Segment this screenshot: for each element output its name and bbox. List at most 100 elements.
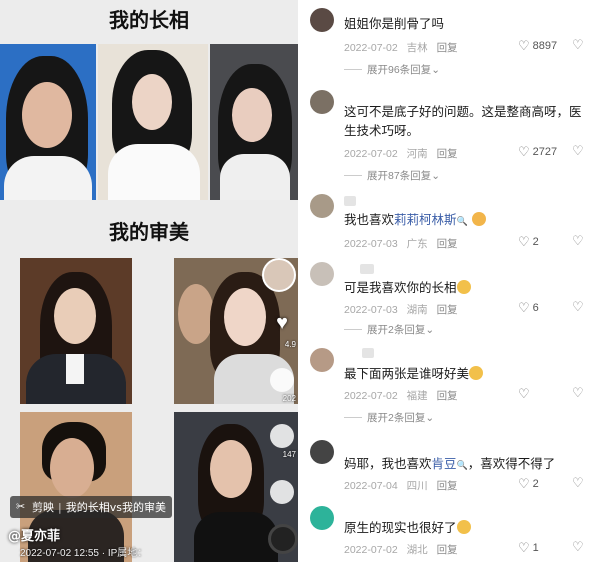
like-count: 8897 bbox=[532, 40, 558, 52]
comment-text: 可是我喜欢你的长相 bbox=[344, 278, 590, 297]
heart-outline-icon: ♡ bbox=[518, 144, 530, 159]
commenter-avatar[interactable] bbox=[310, 8, 334, 32]
comment-meta: 2022-07-02 福建 回复 bbox=[344, 388, 464, 403]
emoji-icon bbox=[471, 212, 486, 226]
comment-location: 四川 bbox=[406, 480, 428, 492]
expand-replies-button[interactable]: 展开87条回复 ⌄ bbox=[344, 168, 440, 183]
broken-heart-icon[interactable]: ♡ bbox=[572, 539, 584, 555]
capcut-template-tag[interactable]: ✂ 剪映 | 我的长相vs我的审美 bbox=[10, 496, 172, 518]
music-disc-icon[interactable] bbox=[268, 524, 298, 554]
mention-link[interactable]: 莉莉柯林斯 bbox=[394, 212, 457, 227]
comment-text: 这可不是底子好的问题。这是整商高呀，医生技术巧呀。 bbox=[344, 104, 582, 138]
like-button[interactable]: ♡ 2 bbox=[518, 234, 539, 250]
like-button[interactable]: ♡ 6 bbox=[518, 300, 539, 316]
video-like-count: 4.9 bbox=[284, 340, 296, 349]
reply-button[interactable]: 回复 bbox=[437, 544, 458, 556]
like-button[interactable]: ♡ 2727 bbox=[518, 144, 557, 160]
expand-replies-button[interactable]: 展开2条回复 ⌄ bbox=[344, 410, 434, 425]
comments-panel: 姐姐你是削骨了吗 2022-07-02 吉林 回复 ♡ 8897 ♡ 展开96条… bbox=[300, 0, 600, 562]
comment-date: 2022-07-02 bbox=[344, 148, 398, 160]
expand-replies-button[interactable]: 展开96条回复 ⌄ bbox=[344, 62, 440, 77]
reply-button[interactable]: 回复 bbox=[437, 238, 458, 250]
broken-heart-icon[interactable]: ♡ bbox=[572, 233, 584, 249]
comment-date: 2022-07-03 bbox=[344, 304, 398, 316]
reply-button[interactable]: 回复 bbox=[437, 148, 458, 160]
expand-replies-label: 展开2条回复 bbox=[367, 412, 426, 424]
broken-heart-icon[interactable]: ♡ bbox=[572, 299, 584, 315]
comment-date: 2022-07-04 bbox=[344, 480, 398, 492]
photo-self-1 bbox=[0, 44, 96, 200]
comment-text: 我也喜欢莉莉柯林斯🔍 bbox=[344, 210, 590, 232]
commenter-avatar[interactable] bbox=[310, 506, 334, 530]
commenter-avatar[interactable] bbox=[310, 90, 334, 114]
comment-text-part: 原生的现实也很好了 bbox=[344, 520, 457, 535]
author-name[interactable]: @夏亦菲 bbox=[8, 525, 60, 544]
video-panel[interactable]: 我的长相 我的审美 ♥ 4.9 202 147 ✂ 剪映 | 我的长相vs我的审… bbox=[0, 0, 298, 562]
capcut-template-title: 我的长相vs我的审美 bbox=[65, 501, 166, 514]
comment-text-part: 可是我喜欢你的长相 bbox=[344, 280, 457, 295]
reply-button[interactable]: 回复 bbox=[437, 304, 458, 316]
comment-location: 河南 bbox=[406, 148, 428, 160]
chevron-down-icon: ⌄ bbox=[431, 169, 440, 182]
expand-replies-button[interactable]: 展开2条回复 ⌄ bbox=[344, 322, 434, 337]
creator-avatar[interactable] bbox=[262, 258, 296, 292]
expand-replies-label: 展开96条回复 bbox=[367, 64, 432, 76]
search-icon: 🔍 bbox=[456, 217, 468, 227]
video-favorite-icon[interactable] bbox=[270, 424, 294, 448]
comment-meta: 2022-07-03 湖南 回复 bbox=[344, 302, 464, 317]
broken-heart-icon[interactable]: ♡ bbox=[572, 37, 584, 53]
comment-date: 2022-07-02 bbox=[344, 42, 398, 54]
heart-outline-icon: ♡ bbox=[518, 38, 530, 53]
expand-replies-label: 展开87条回复 bbox=[367, 170, 432, 182]
heart-outline-icon: ♡ bbox=[518, 300, 530, 315]
like-button[interactable]: ♡ 8897 bbox=[518, 38, 557, 54]
video-share-icon[interactable] bbox=[270, 480, 294, 504]
reply-button[interactable]: 回复 bbox=[437, 480, 458, 492]
like-button[interactable]: ♡ 1 bbox=[518, 540, 539, 556]
comment-text-part: ，喜欢得不得了 bbox=[467, 456, 556, 471]
reply-button[interactable]: 回复 bbox=[437, 390, 458, 402]
reply-button[interactable]: 回复 bbox=[437, 42, 458, 54]
comment-location: 广东 bbox=[406, 238, 428, 250]
photo-aesthetic-1 bbox=[20, 258, 132, 404]
capcut-separator: | bbox=[58, 500, 62, 514]
like-button[interactable]: ♡ bbox=[518, 386, 533, 402]
screenshot-root: 我的长相 我的审美 ♥ 4.9 202 147 ✂ 剪映 | 我的长相vs我的审… bbox=[0, 0, 600, 562]
commenter-avatar[interactable] bbox=[310, 194, 334, 218]
broken-heart-icon[interactable]: ♡ bbox=[572, 385, 584, 401]
video-comment-icon[interactable] bbox=[270, 368, 294, 392]
search-icon: 🔍 bbox=[456, 461, 468, 471]
comment-text: 最下面两张是谁呀好美 bbox=[344, 364, 590, 383]
video-like-icon[interactable]: ♥ bbox=[270, 312, 294, 334]
video-favorite-count: 147 bbox=[282, 450, 296, 459]
like-count: 6 bbox=[532, 302, 539, 314]
heart-outline-icon: ♡ bbox=[518, 234, 530, 249]
comment-meta: 2022-07-02 湖北 回复 bbox=[344, 542, 464, 557]
blurred-username bbox=[344, 196, 356, 206]
broken-heart-icon[interactable]: ♡ bbox=[572, 475, 584, 491]
capcut-app-name: 剪映 bbox=[32, 501, 54, 514]
heart-outline-icon: ♡ bbox=[518, 476, 530, 491]
comment-location: 福建 bbox=[406, 390, 428, 402]
comment-text: 妈耶，我也喜欢肯豆🔍，喜欢得不得了 bbox=[344, 454, 590, 476]
comment-meta: 2022-07-02 吉林 回复 bbox=[344, 40, 464, 55]
comment-date: 2022-07-02 bbox=[344, 390, 398, 402]
like-button[interactable]: ♡ 2 bbox=[518, 476, 539, 492]
broken-heart-icon[interactable]: ♡ bbox=[572, 143, 584, 159]
blurred-username bbox=[360, 264, 374, 274]
commenter-avatar[interactable] bbox=[310, 348, 334, 372]
comment-text-part: 我也喜欢 bbox=[344, 212, 395, 227]
expand-replies-label: 展开2条回复 bbox=[367, 324, 426, 336]
chevron-down-icon: ⌄ bbox=[425, 323, 435, 336]
emoji-icon bbox=[456, 280, 471, 294]
like-count: 2727 bbox=[532, 146, 558, 158]
comment-text: 原生的现实也很好了 bbox=[344, 518, 590, 537]
blurred-username bbox=[362, 348, 374, 358]
heart-outline-icon: ♡ bbox=[518, 386, 530, 401]
comment-location: 湖南 bbox=[406, 304, 428, 316]
comment-meta: 2022-07-02 河南 回复 bbox=[344, 146, 464, 161]
heading-my-aesthetic: 我的审美 bbox=[109, 220, 189, 244]
mention-link[interactable]: 肯豆 bbox=[432, 456, 457, 471]
commenter-avatar[interactable] bbox=[310, 440, 334, 464]
commenter-avatar[interactable] bbox=[310, 262, 334, 286]
